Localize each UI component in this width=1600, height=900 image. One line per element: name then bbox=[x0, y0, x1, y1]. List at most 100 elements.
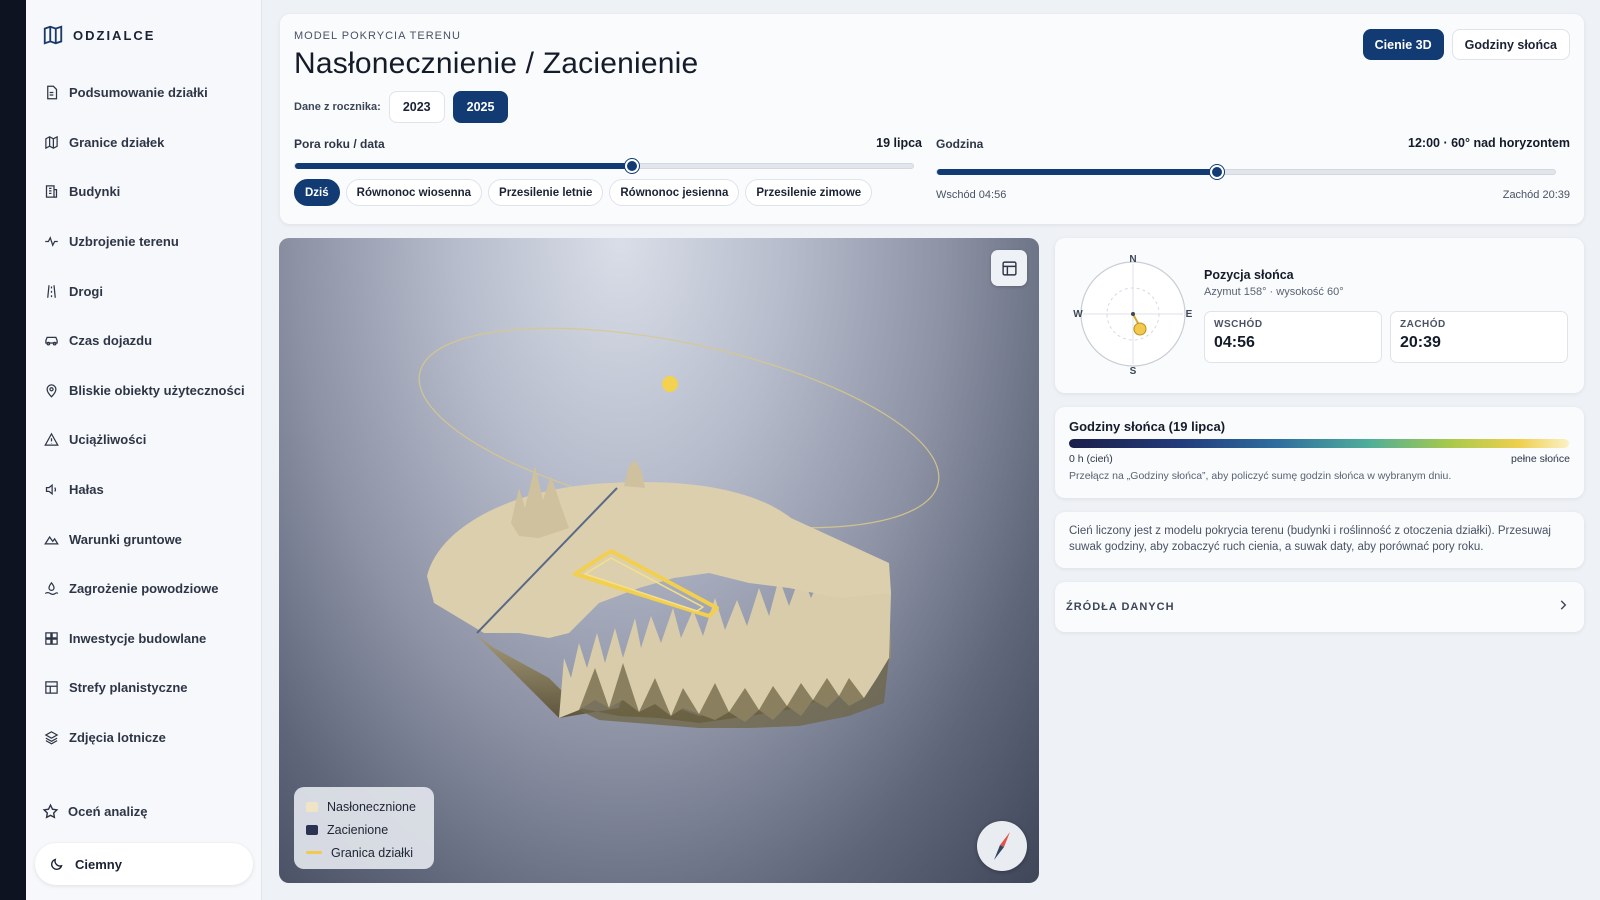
sidebar-item-zoning[interactable]: Strefy planistyczne bbox=[26, 663, 261, 713]
sidebar-item-label: Hałas bbox=[69, 482, 104, 498]
sidebar-item-flood[interactable]: Zagrożenie powodziowe bbox=[26, 564, 261, 614]
sun-compass-dial: N E S W bbox=[1073, 254, 1193, 374]
compass-s: S bbox=[1130, 366, 1137, 374]
sunset-value: 20:39 bbox=[1400, 334, 1441, 351]
compass-e: E bbox=[1186, 309, 1193, 320]
sidebar: ODZIALCE Podsumowanie działki Granice dz… bbox=[26, 0, 262, 900]
moon-icon bbox=[51, 857, 63, 870]
sun-hours-title: Godziny słońca (19 lipca) bbox=[1069, 419, 1226, 434]
sidebar-item-label: Uzbrojenie terenu bbox=[69, 234, 179, 250]
page-eyebrow: MODEL POKRYCIA TERENU bbox=[294, 30, 461, 42]
sun-hours-note: Przełącz na „Godziny słońca”, aby policz… bbox=[1069, 470, 1452, 482]
brand[interactable]: ODZIALCE bbox=[42, 24, 155, 46]
sidebar-item-noise[interactable]: Hałas bbox=[26, 465, 261, 515]
sidebar-item-commute[interactable]: Czas dojazdu bbox=[26, 316, 261, 366]
time-slider-label: Godzina bbox=[936, 137, 984, 151]
map-layout-button[interactable] bbox=[991, 250, 1027, 286]
compass-reset-button[interactable] bbox=[977, 821, 1027, 871]
map-legend: Nasłonecznione Zacienione Granica działk… bbox=[294, 787, 434, 869]
preset-winter-solstice-chip[interactable]: Przesilenie zimowe bbox=[745, 179, 873, 206]
sidebar-item-nuisances[interactable]: Uciążliwości bbox=[26, 415, 261, 465]
gradient-max-label: pełne słońce bbox=[1511, 453, 1570, 465]
time-slider-thumb[interactable] bbox=[1209, 165, 1224, 179]
date-slider[interactable] bbox=[294, 159, 914, 173]
theme-toggle-label: Ciemny bbox=[75, 856, 122, 872]
terrain-3d-view[interactable]: Nasłonecznione Zacienione Granica działk… bbox=[279, 238, 1039, 883]
shadow-info-card: Cień liczony jest z modelu pokrycia tere… bbox=[1055, 512, 1584, 568]
legend-swatch-boundary bbox=[306, 851, 322, 854]
year-2025-button[interactable]: 2025 bbox=[452, 91, 509, 123]
view-mode-toggle: Cienie 3D Godziny słońca bbox=[1362, 29, 1570, 60]
sun-hours-button[interactable]: Godziny słońca bbox=[1451, 29, 1570, 60]
sidebar-item-label: Drogi bbox=[69, 283, 103, 299]
speaker-icon bbox=[45, 483, 57, 496]
preset-spring-equinox-chip[interactable]: Równonoc wiosenna bbox=[345, 179, 483, 206]
chevron-right-icon bbox=[1560, 600, 1567, 610]
table-icon bbox=[1001, 260, 1017, 276]
year-2023-button[interactable]: 2023 bbox=[388, 91, 445, 123]
gradient-min-label: 0 h (cień) bbox=[1069, 453, 1113, 465]
time-slider-fill bbox=[937, 169, 1217, 175]
car-icon bbox=[45, 337, 58, 346]
sidebar-item-summary[interactable]: Podsumowanie działki bbox=[26, 68, 261, 118]
sunrise-box: WSCHÓD 04:56 bbox=[1204, 311, 1382, 363]
sidebar-item-boundaries[interactable]: Granice działek bbox=[26, 118, 261, 168]
time-slider[interactable] bbox=[936, 165, 1556, 179]
year-selector: Dane z rocznika: 2023 2025 bbox=[294, 91, 509, 123]
date-slider-thumb[interactable] bbox=[624, 159, 639, 173]
pulse-icon bbox=[45, 236, 58, 247]
sidebar-item-amenities[interactable]: Bliskie obiekty użyteczności bbox=[26, 366, 261, 416]
legend-sunlit: Nasłonecznione bbox=[306, 795, 422, 818]
legend-label: Zacienione bbox=[327, 822, 389, 837]
sun-marker bbox=[662, 376, 678, 392]
sunrise-value: 04:56 bbox=[1214, 334, 1255, 351]
sunset-label: ZACHÓD bbox=[1400, 319, 1446, 330]
grid-icon bbox=[45, 632, 58, 645]
rate-analysis-link[interactable]: Oceń analizę bbox=[42, 803, 147, 820]
sidebar-nav: Podsumowanie działki Granice działek Bud… bbox=[26, 68, 261, 762]
window-edge bbox=[0, 0, 26, 900]
data-sources-toggle[interactable]: ŹRÓDŁA DANYCH bbox=[1055, 582, 1584, 632]
compass-w: W bbox=[1073, 309, 1083, 320]
years-label: Dane z rocznika: bbox=[294, 101, 381, 113]
legend-swatch-shaded bbox=[306, 824, 318, 835]
shadows-3d-button[interactable]: Cienie 3D bbox=[1362, 29, 1444, 60]
compass-needle-icon bbox=[994, 832, 1010, 860]
preset-today-chip[interactable]: Dziś bbox=[294, 179, 340, 206]
sidebar-item-roads[interactable]: Drogi bbox=[26, 266, 261, 316]
sun-position-title: Pozycja słońca bbox=[1204, 268, 1294, 282]
sidebar-item-buildings[interactable]: Budynki bbox=[26, 167, 261, 217]
sun-position-card: N E S W Pozycja słońca Azymut 158° · wys… bbox=[1055, 238, 1584, 393]
season-presets: Dziś Równonoc wiosenna Przesilenie letni… bbox=[294, 179, 873, 206]
sidebar-item-soil[interactable]: Warunki gruntowe bbox=[26, 514, 261, 564]
date-slider-value: 19 lipca bbox=[876, 136, 922, 150]
header-card: MODEL POKRYCIA TERENU Nasłonecznienie / … bbox=[280, 14, 1584, 224]
time-slider-value: 12:00 · 60° nad horyzontem bbox=[1408, 136, 1570, 150]
sidebar-item-label: Zagrożenie powodziowe bbox=[69, 581, 219, 597]
sidebar-item-label: Bliskie obiekty użyteczności bbox=[69, 382, 245, 398]
sidebar-item-label: Podsumowanie działki bbox=[69, 85, 208, 101]
star-icon bbox=[42, 803, 59, 819]
sidebar-item-label: Budynki bbox=[69, 184, 121, 200]
sidebar-item-label: Inwestycje budowlane bbox=[69, 630, 207, 646]
preset-autumn-equinox-chip[interactable]: Równonoc jesienna bbox=[609, 179, 740, 206]
sunset-caption: Zachód 20:39 bbox=[1502, 189, 1570, 201]
date-slider-label: Pora roku / data bbox=[294, 137, 385, 151]
legend-swatch-sunlit bbox=[306, 801, 318, 812]
sidebar-item-label: Zdjęcia lotnicze bbox=[69, 730, 166, 746]
sunset-box: ZACHÓD 20:39 bbox=[1390, 311, 1568, 363]
sidebar-item-label: Czas dojazdu bbox=[69, 333, 153, 349]
legend-shaded: Zacienione bbox=[306, 818, 422, 841]
sun-hours-gradient bbox=[1069, 439, 1569, 448]
sidebar-item-investments[interactable]: Inwestycje budowlane bbox=[26, 614, 261, 664]
legend-label: Granica działki bbox=[331, 845, 413, 860]
theme-toggle-button[interactable]: Ciemny bbox=[35, 843, 253, 885]
sun-hours-card: Godziny słońca (19 lipca) 0 h (cień) peł… bbox=[1055, 407, 1584, 498]
location-pin-icon bbox=[46, 384, 57, 398]
sidebar-item-aerial[interactable]: Zdjęcia lotnicze bbox=[26, 713, 261, 763]
page-title: Nasłonecznienie / Zacienienie bbox=[294, 47, 699, 80]
document-icon bbox=[47, 85, 58, 100]
brand-name: ODZIALCE bbox=[73, 27, 156, 43]
sidebar-item-utilities[interactable]: Uzbrojenie terenu bbox=[26, 217, 261, 267]
preset-summer-solstice-chip[interactable]: Przesilenie letnie bbox=[488, 179, 604, 206]
